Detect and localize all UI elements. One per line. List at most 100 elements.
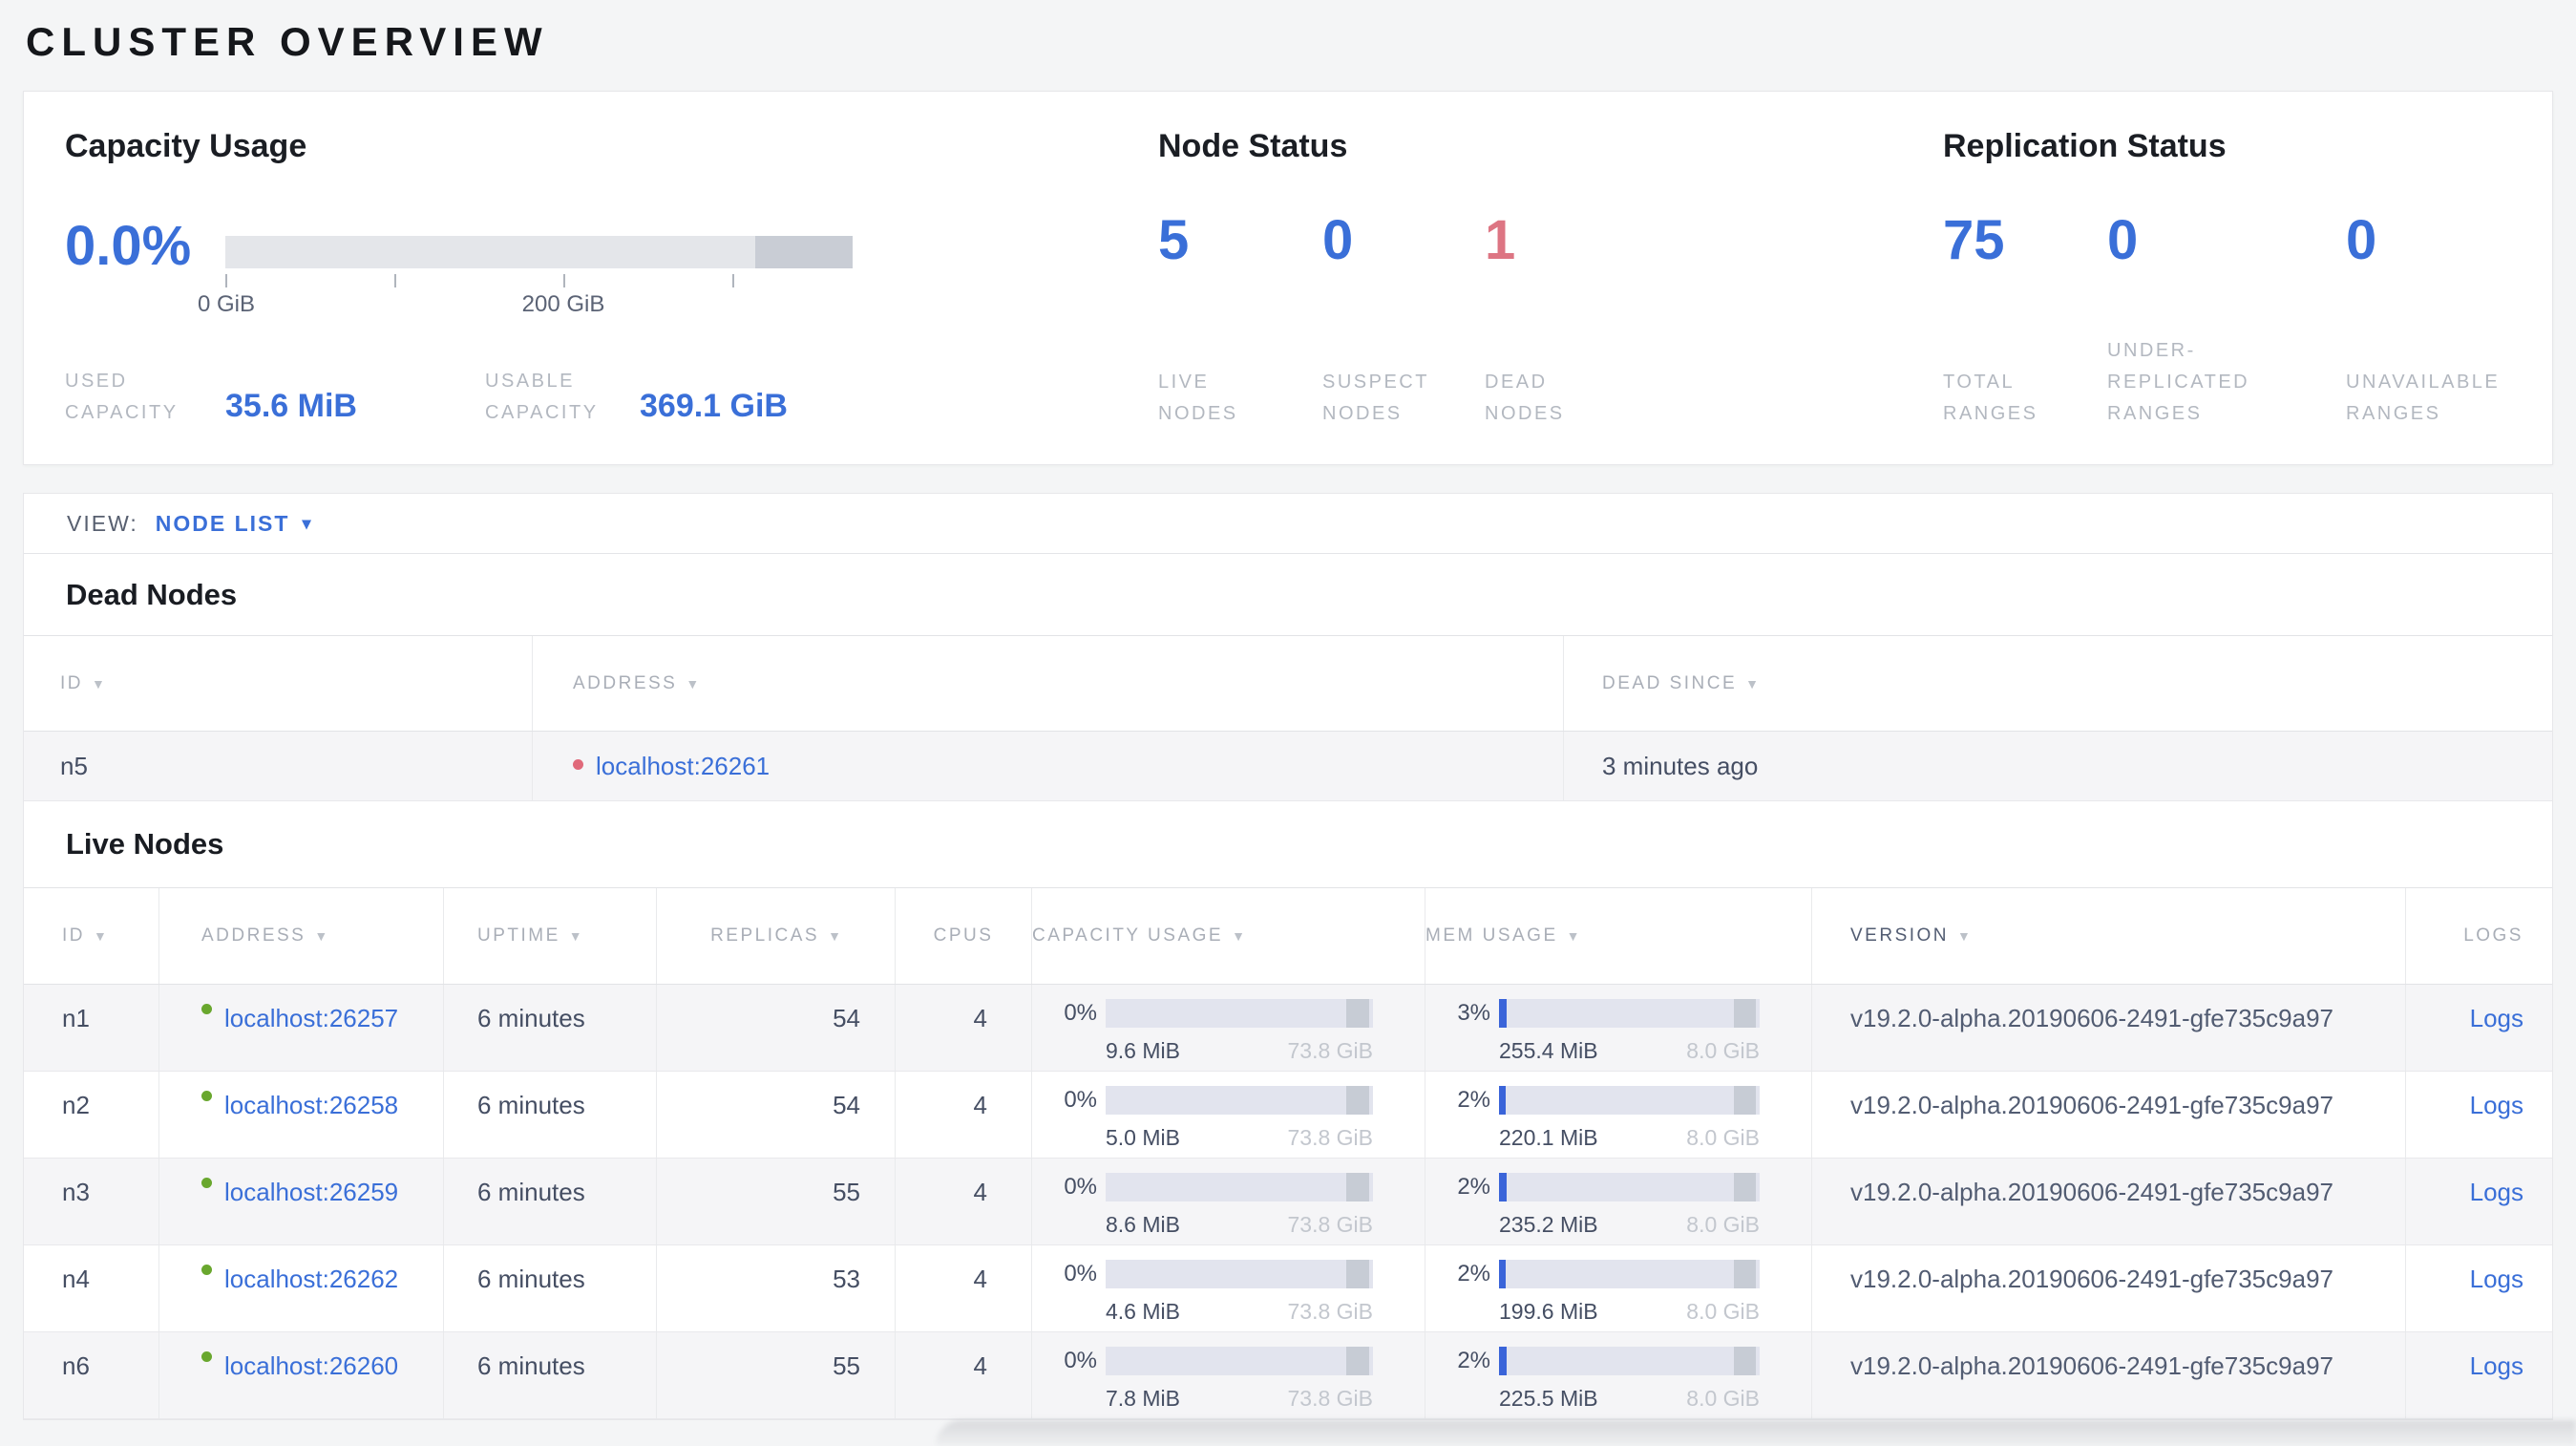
live-header-version[interactable]: VERSION ▼ <box>1811 888 2405 984</box>
dead-header-id[interactable]: ID ▼ <box>24 636 532 731</box>
live-header-cpus: CPUS <box>895 888 1031 984</box>
bar-track <box>1499 1172 1760 1201</box>
bar-value-labels: 8.6 MiB 73.8 GiB <box>1106 1210 1373 1240</box>
unavailable-ranges-label: UNAVAILABLE RANGES <box>2346 372 2501 424</box>
capacity-usage-bar: 0% <box>1055 1259 1373 1288</box>
capacity-usage-bar: 0% <box>1055 1346 1373 1375</box>
node-logs-link[interactable]: Logs <box>2470 1178 2523 1207</box>
capacity-total-value: 73.8 GiB <box>1287 1038 1374 1063</box>
live-header-id[interactable]: ID ▼ <box>24 888 158 984</box>
axis-tick <box>225 274 227 287</box>
dead-header-dead_since[interactable]: DEAD SINCE ▼ <box>1563 636 2552 731</box>
column-label: DEAD SINCE <box>1602 672 1738 693</box>
bar-value-labels: 255.4 MiB 8.0 GiB <box>1499 1036 1760 1066</box>
node-cpus-cell: 4 <box>895 1332 1031 1418</box>
live-header-replicas[interactable]: REPLICAS ▼ <box>656 888 895 984</box>
mem-usage-cell: 2% 220.1 MiB 8.0 GiB <box>1425 1072 1811 1158</box>
axis-tick <box>732 274 734 287</box>
live-header-uptime[interactable]: UPTIME ▼ <box>443 888 656 984</box>
replication-status-section: Replication Status 75 TOTAL RANGES 0 UND… <box>1943 92 2564 464</box>
node-version-cell: v19.2.0-alpha.20190606-2491-gfe735c9a97 <box>1811 1245 2405 1331</box>
dead-nodes-count: 1 <box>1485 209 1516 271</box>
bar-value-labels: 199.6 MiB 8.0 GiB <box>1499 1297 1760 1327</box>
mem-usage-bar: 2% <box>1448 1085 1760 1115</box>
node-logs-link[interactable]: Logs <box>2470 1004 2523 1033</box>
capacity-usage-percent: 0.0% <box>65 215 192 277</box>
mem-usage-bar: 3% <box>1448 998 1760 1028</box>
cluster-summary-card: Capacity Usage 0.0% 0 GiB 200 GiB USED C… <box>23 91 2553 465</box>
usable-capacity-label: USABLE CAPACITY <box>485 371 599 423</box>
capacity-total-value: 73.8 GiB <box>1287 1299 1374 1324</box>
node-logs-link[interactable]: Logs <box>2470 1265 2523 1294</box>
mem-usage-percent: 3% <box>1457 1000 1490 1026</box>
bar-reserved-segment <box>1346 1085 1369 1115</box>
node-address-link[interactable]: localhost:26261 <box>596 752 770 781</box>
column-label: REPLICAS <box>710 925 820 946</box>
node-status-section: Node Status 5 LIVE NODES 0 SUSPECT NODES… <box>1158 92 1693 464</box>
live-nodes-table: ID ▼ ADDRESS ▼ UPTIME ▼ REPLICAS ▼ CPUS CAPACITY … <box>24 887 2552 1419</box>
live-header-address[interactable]: ADDRESS ▼ <box>158 888 443 984</box>
dead-nodes-label: DEAD NODES <box>1485 372 1565 424</box>
mem-usage-cell: 2% 235.2 MiB 8.0 GiB <box>1425 1159 1811 1244</box>
bar-value-labels: 235.2 MiB 8.0 GiB <box>1499 1210 1760 1240</box>
mem-usage-percent: 2% <box>1457 1261 1490 1287</box>
node-uptime-cell: 6 minutes <box>443 1072 656 1158</box>
mem-total-value: 8.0 GiB <box>1686 1125 1760 1150</box>
bar-value-labels: 9.6 MiB 73.8 GiB <box>1106 1036 1373 1066</box>
capacity-bar-reserved-segment <box>755 236 853 268</box>
sort-icon: ▼ <box>92 675 105 691</box>
column-label: ID <box>60 672 83 693</box>
capacity-used-value: 4.6 MiB <box>1106 1299 1180 1324</box>
node-address-link[interactable]: localhost:26260 <box>224 1351 398 1381</box>
live-nodes-count: 5 <box>1158 209 1190 271</box>
node-logs-link[interactable]: Logs <box>2470 1351 2523 1381</box>
sort-icon: ▼ <box>1232 928 1245 944</box>
bar-reserved-segment <box>1733 1259 1756 1288</box>
bar-reserved-segment <box>1733 1346 1756 1375</box>
dead-header-address[interactable]: ADDRESS ▼ <box>532 636 1563 731</box>
node-id-cell: n1 <box>62 1004 90 1032</box>
node-cpus-cell: 4 <box>895 1245 1031 1331</box>
node-logs-cell: Logs <box>2405 985 2552 1071</box>
live-header-logs: LOGS <box>2405 888 2552 984</box>
column-label: ID <box>62 925 85 946</box>
sort-icon: ▼ <box>314 928 328 944</box>
node-logs-link[interactable]: Logs <box>2470 1091 2523 1120</box>
bar-track <box>1106 998 1373 1028</box>
view-selector-dropdown[interactable]: NODE LIST ▾ <box>156 511 313 537</box>
view-selected-value: NODE LIST <box>155 510 290 536</box>
mem-usage-percent: 2% <box>1457 1348 1490 1373</box>
sort-icon: ▼ <box>686 675 700 691</box>
node-status-dot-icon <box>573 758 583 770</box>
view-bar: VIEW: NODE LIST ▾ <box>24 494 2552 554</box>
mem-used-value: 255.4 MiB <box>1499 1038 1598 1063</box>
capacity-usage-percent: 0% <box>1064 1174 1097 1200</box>
column-label: CAPACITY USAGE <box>1032 925 1224 946</box>
live-header-capacity[interactable]: CAPACITY USAGE ▼ <box>1031 888 1425 984</box>
node-address-link[interactable]: localhost:26262 <box>224 1265 398 1294</box>
node-address-link[interactable]: localhost:26257 <box>224 1004 398 1033</box>
node-status-dot-icon <box>201 1004 212 1014</box>
node-address-cell: localhost:26260 <box>158 1332 443 1418</box>
page-title: CLUSTER OVERVIEW <box>26 19 549 64</box>
total-ranges-label: TOTAL RANGES <box>1943 372 2038 424</box>
live-header-mem[interactable]: MEM USAGE ▼ <box>1425 888 1811 984</box>
node-address-link[interactable]: localhost:26259 <box>224 1178 398 1207</box>
node-address-cell: localhost:26262 <box>158 1245 443 1331</box>
node-version-cell: v19.2.0-alpha.20190606-2491-gfe735c9a97 <box>1811 985 2405 1071</box>
bar-track <box>1106 1085 1373 1115</box>
capacity-usage-cell: 0% 8.6 MiB 73.8 GiB <box>1031 1159 1425 1244</box>
node-replicas-cell: 55 <box>656 1332 895 1418</box>
mem-usage-bar: 2% <box>1448 1172 1760 1201</box>
dead-since-cell: 3 minutes ago <box>1563 732 2552 800</box>
capacity-used-value: 5.0 MiB <box>1106 1125 1180 1150</box>
bar-fill <box>1499 998 1508 1028</box>
capacity-bar-track <box>225 236 853 268</box>
mem-usage-cell: 2% 225.5 MiB 8.0 GiB <box>1425 1332 1811 1418</box>
node-address-link[interactable]: localhost:26258 <box>224 1091 398 1120</box>
dead-nodes-title: Dead Nodes <box>66 577 238 611</box>
bar-reserved-segment <box>1346 1346 1369 1375</box>
node-list-panel: VIEW: NODE LIST ▾ Dead Nodes ID ▼ ADDRESS ▼… <box>23 493 2553 1420</box>
bar-fill <box>1499 1346 1507 1375</box>
sort-icon: ▼ <box>94 928 107 944</box>
